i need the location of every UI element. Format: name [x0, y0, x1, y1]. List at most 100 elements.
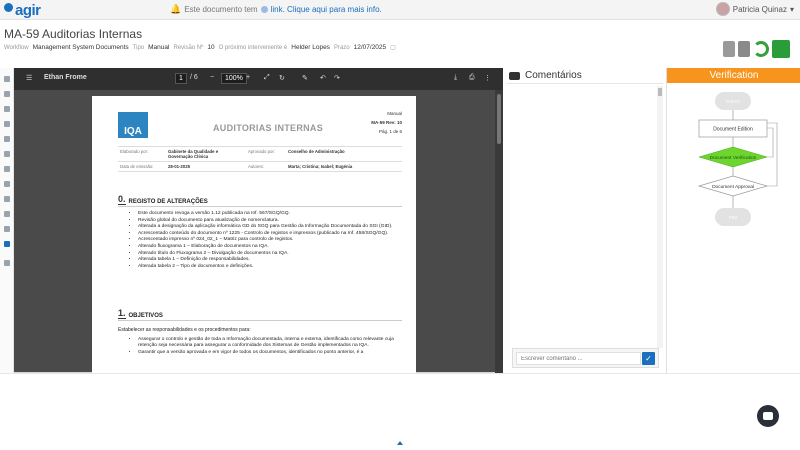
list-item: Alterada tabela 2 – Tipo de documentos e…: [138, 264, 402, 270]
iqa-logo: IQA: [118, 112, 148, 138]
viewer-toolbar: ☰ Ethan Frome 1 / 6 − 100% + ⤢ ↻ ✎ ↶ ↷ ⤓…: [14, 68, 503, 90]
table-cell: Conselho de Administração: [286, 146, 402, 162]
comment-input[interactable]: [516, 352, 641, 365]
sidebar-toggle-icon[interactable]: ☰: [26, 74, 32, 82]
doc-type: Manual: [387, 111, 402, 116]
section-heading: 0. REGISTO DE ALTERAÇÕES: [118, 194, 402, 207]
search-icon[interactable]: [4, 241, 10, 247]
user-menu[interactable]: Patricia Quinaz ▾: [715, 2, 794, 16]
zoom-out-button[interactable]: −: [210, 74, 214, 81]
print-icon[interactable]: [4, 151, 10, 157]
inbox-icon[interactable]: [4, 181, 10, 187]
doc-page: Pág. 1 de 6: [378, 129, 402, 134]
send-comment-button[interactable]: ✓: [642, 352, 655, 365]
left-sidebar: [0, 68, 14, 373]
app-logo[interactable]: agir: [4, 1, 41, 19]
list-icon[interactable]: [4, 121, 10, 127]
download-icon[interactable]: ⤓: [454, 74, 457, 82]
meta-label: Revisão Nº: [173, 44, 204, 51]
list-item: Alterada tabela 1 – Definição de respons…: [138, 257, 402, 263]
verification-label: Document Verification: [710, 155, 757, 161]
list-item: Este documento revoga a versão 1.12 publ…: [138, 211, 402, 217]
expand-handle-icon[interactable]: [397, 441, 403, 445]
chevron-down-icon: ▾: [789, 4, 794, 14]
top-bar: agir 🔔 Este documento tem link. Clique a…: [0, 0, 800, 20]
archive-icon[interactable]: [4, 260, 10, 266]
logo-text: agir: [15, 1, 41, 19]
calendar-icon[interactable]: ▢: [390, 44, 396, 51]
meta-label: Tipo: [132, 44, 145, 51]
scrollbar-thumb[interactable]: [658, 88, 662, 96]
banner-link[interactable]: link. Clique aqui para mais info.: [271, 5, 382, 14]
document-actions: [723, 40, 790, 58]
folder-icon[interactable]: [4, 106, 10, 112]
refresh-icon[interactable]: [753, 41, 769, 57]
meta-value: 12/07/2025: [353, 44, 387, 51]
table-cell: Elaborado por:: [118, 146, 166, 162]
page-title: MA-59 Auditorias Internas: [4, 27, 143, 41]
annotate-icon[interactable]: ✎: [302, 74, 308, 82]
undo-icon[interactable]: ↶: [320, 74, 326, 82]
avatar: [715, 2, 730, 16]
page-total: / 6: [190, 74, 198, 81]
logo-mark-icon: [4, 2, 13, 12]
meta-value: Management System Documents: [32, 44, 129, 51]
zoom-select[interactable]: 100%: [221, 73, 247, 84]
comments-panel: Comentários ✓: [506, 68, 663, 373]
print-icon[interactable]: ⎙: [469, 74, 475, 82]
link-icon[interactable]: [4, 211, 10, 217]
users-icon[interactable]: [738, 41, 750, 57]
list-item: Garantir que a versão aprovada e em vigo…: [138, 350, 402, 356]
meta-label: Prazo: [333, 44, 350, 51]
zoom-in-button[interactable]: +: [246, 74, 250, 81]
table-cell: Autores:: [246, 161, 286, 172]
document-reference: Manual MA-59 Rev: 10 Pág. 1 de 6: [371, 109, 402, 136]
table-row: Elaborado por: Gabinete da Qualidade e G…: [118, 146, 402, 162]
link-icon: [260, 6, 268, 13]
edition-label: Document Edition: [713, 127, 753, 133]
comments-title: Comentários: [525, 70, 582, 81]
meta-value: 10: [207, 44, 215, 51]
viewer-user: Ethan Frome: [44, 74, 87, 81]
section-intro: Estabelecer as responsabilidades e os pr…: [118, 327, 251, 333]
verification-panel: Verification INÍCIO Document Edition Doc…: [666, 68, 800, 373]
menu-icon[interactable]: [4, 76, 10, 82]
meta-label: Workflow: [4, 44, 29, 51]
save-icon[interactable]: [772, 40, 790, 58]
divider: [0, 373, 800, 374]
mail-icon[interactable]: [4, 166, 10, 172]
tag-icon[interactable]: [4, 136, 10, 142]
list-item: Alterado fluxograma 1 – Elaboração de do…: [138, 244, 402, 250]
meta-value: Helder Lopes: [291, 44, 330, 51]
edit-icon[interactable]: [4, 196, 10, 202]
scrollbar-thumb[interactable]: [497, 94, 501, 144]
more-options-icon[interactable]: ⋮: [484, 74, 491, 82]
section-title: OBJETIVOS: [128, 313, 163, 319]
table-cell: 28-01-2025: [166, 161, 246, 172]
table-cell: Gabinete da Qualidade e Governação Clíni…: [166, 146, 246, 162]
section-1: 1. OBJETIVOS Estabelecer as responsabili…: [118, 308, 402, 356]
clock-icon[interactable]: [4, 226, 10, 232]
pdf-icon[interactable]: [723, 41, 735, 57]
home-icon[interactable]: [4, 91, 10, 97]
list-item: Alterada a designação da aplicação infor…: [138, 224, 402, 230]
verification-header: Verification: [667, 68, 800, 83]
info-banner: 🔔 Este documento tem link. Clique aqui p…: [170, 4, 382, 15]
table-cell: Data de emissão:: [118, 161, 166, 172]
section-title: REGISTO DE ALTERAÇÕES: [128, 199, 208, 205]
fit-page-icon[interactable]: ⤢: [264, 74, 270, 82]
objective-list: Assegurar o controlo e gestão de toda a …: [118, 337, 402, 356]
redo-icon[interactable]: ↷: [334, 74, 340, 82]
chatbot-icon[interactable]: [757, 405, 779, 427]
page-number-input[interactable]: 1: [175, 73, 187, 84]
list-item: Alterado título do Fluxograma 2 – Divulg…: [138, 251, 402, 257]
viewer-scrollbar[interactable]: [495, 90, 503, 373]
bell-icon: 🔔: [170, 4, 182, 14]
comments-header: Comentários: [506, 68, 663, 84]
rotate-icon[interactable]: ↻: [279, 74, 285, 82]
document-heading: AUDITORIAS INTERNAS: [213, 123, 324, 133]
document-page: IQA AUDITORIAS INTERNAS Manual MA-59 Rev…: [92, 96, 416, 373]
document-info-table: Elaborado por: Gabinete da Qualidade e G…: [118, 146, 402, 172]
user-name: Patricia Quinaz: [732, 4, 787, 14]
comments-scrollbar[interactable]: [657, 86, 663, 348]
